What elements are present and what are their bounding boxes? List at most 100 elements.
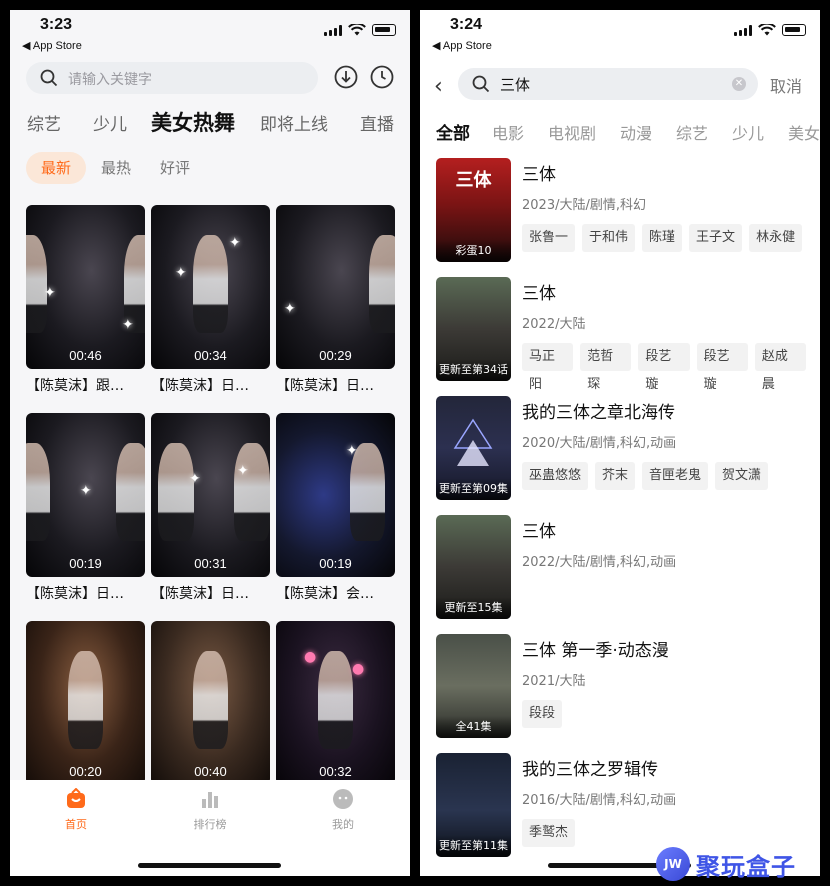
search-results-screen: 3:24 ◀ App Store ‹ 三体 ✕ 取消 全部 电影 电视剧 动漫 …: [420, 10, 820, 876]
cast-tag[interactable]: 张鲁一: [522, 224, 576, 252]
video-title: 【陈莫沫】会…: [276, 586, 374, 602]
result-meta: 2023/大陆/剧情,科幻: [522, 198, 646, 213]
poster-image: 更新至第09集: [436, 396, 511, 500]
result-title: 我的三体之章北海传: [522, 403, 675, 423]
tab-live[interactable]: 直播: [360, 110, 394, 135]
status-bar: 3:23 ◀ App Store: [10, 10, 410, 54]
system-icons: [734, 24, 806, 36]
result-item[interactable]: 全41集 三体 第一季·动态漫 2021/大陆 段段: [436, 634, 806, 738]
triangle-icon: [453, 418, 493, 466]
wifi-icon: [348, 24, 366, 36]
cast-tag[interactable]: 陈瑾: [642, 224, 683, 252]
result-item[interactable]: 更新至第11集 我的三体之罗辑传 2016/大陆/剧情,科幻,动画 季鹫杰: [436, 753, 806, 857]
tab-anime[interactable]: 动漫: [620, 120, 652, 144]
video-duration: 00:31: [194, 556, 227, 571]
tab-all[interactable]: 全部: [436, 119, 470, 144]
cancel-button[interactable]: 取消: [770, 73, 802, 97]
tab-kids[interactable]: 少儿: [93, 110, 127, 135]
cast-tag[interactable]: 赵成晨: [754, 343, 807, 392]
cast-tags: 段段: [522, 700, 563, 728]
result-item[interactable]: 更新至第09集 我的三体之章北海传 2020/大陆/剧情,科幻,动画 巫蛊悠悠 …: [436, 396, 806, 500]
sort-top-rated[interactable]: 好评: [160, 152, 190, 184]
cast-tag[interactable]: 王子文: [689, 224, 743, 252]
sort-latest[interactable]: 最新: [26, 152, 87, 184]
cast-tag[interactable]: 芥末: [595, 462, 636, 490]
result-title: 我的三体之罗辑传: [522, 760, 658, 780]
cast-tag[interactable]: 于和伟: [582, 224, 636, 252]
tab-tv-series[interactable]: 电视剧: [548, 120, 596, 144]
result-item[interactable]: 更新至第34话 三体 2022/大陆 马正阳 范哲琛 段艺璇 段艺璇 赵成晨: [436, 277, 807, 392]
tab-upcoming[interactable]: 即将上线: [260, 110, 328, 135]
poster-image: 更新至15集: [436, 515, 511, 619]
poster-image: 更新至第11集: [436, 753, 511, 857]
cast-tag[interactable]: 音匣老鬼: [642, 462, 709, 490]
video-duration: 00:32: [319, 764, 352, 779]
cast-tag[interactable]: 段艺璇: [696, 343, 748, 392]
cast-tags: 巫蛊悠悠 芥末 音匣老鬼 贺文潇: [522, 462, 769, 490]
video-thumbnail: 00:40: [151, 621, 270, 785]
cast-tag[interactable]: 范哲琛: [580, 343, 632, 392]
result-meta: 2022/大陆/剧情,科幻,动画: [522, 555, 677, 570]
video-duration: 00:29: [319, 348, 352, 363]
cast-tag[interactable]: 林永健: [749, 224, 803, 252]
search-input[interactable]: 三体 ✕: [458, 68, 758, 100]
video-thumbnail: ✦ ✦ 00:34: [151, 205, 270, 369]
result-item[interactable]: 更新至15集 三体 2022/大陆/剧情,科幻,动画: [436, 515, 806, 619]
poster-title: 三体: [455, 170, 492, 191]
cast-tag[interactable]: 季鹫杰: [522, 819, 576, 847]
video-title: 【陈莫沫】日…: [151, 586, 249, 602]
history-clock-icon[interactable]: [370, 65, 394, 89]
watermark-badge: JW: [656, 847, 690, 881]
nav-profile[interactable]: 我的: [313, 788, 373, 832]
video-thumbnail: ✦ 00:19: [26, 413, 145, 577]
nav-ranking[interactable]: 排行榜: [180, 788, 240, 832]
status-time: 3:24: [450, 16, 483, 33]
result-title: 三体: [522, 284, 556, 304]
cast-tags: 马正阳 范哲琛 段艺璇 段艺璇 赵成晨: [522, 343, 807, 392]
cast-tag[interactable]: 巫蛊悠悠: [522, 462, 589, 490]
result-item[interactable]: 三体 彩蛋10 三体 2023/大陆/剧情,科幻 张鲁一 于和伟 陈瑾 王子文 …: [436, 158, 806, 262]
video-thumbnail: ✦ 00:19: [276, 413, 395, 577]
nav-home[interactable]: 首页: [46, 788, 106, 832]
poster-caption: 更新至15集: [436, 597, 511, 619]
signal-icon: [324, 24, 342, 36]
tab-movies[interactable]: 电影: [492, 120, 524, 144]
watermark-logo: JW 聚玩盒子: [656, 846, 826, 882]
result-meta: 2016/大陆/剧情,科幻,动画: [522, 793, 677, 808]
battery-icon: [372, 24, 396, 36]
signal-icon: [734, 24, 752, 36]
cast-tag[interactable]: 贺文潇: [715, 462, 769, 490]
wifi-icon: [758, 24, 776, 36]
result-meta: 2021/大陆: [522, 674, 586, 689]
cast-tag[interactable]: 马正阳: [522, 343, 574, 392]
clear-search-icon[interactable]: ✕: [732, 77, 746, 91]
video-duration: 00:19: [69, 556, 102, 571]
poster-image: 三体 彩蛋10: [436, 158, 511, 262]
back-chevron-icon[interactable]: ‹: [434, 74, 443, 99]
search-input[interactable]: 请输入关键字: [26, 62, 318, 94]
tab-variety[interactable]: 综艺: [676, 120, 708, 144]
result-meta: 2022/大陆: [522, 317, 586, 332]
video-thumbnail: ● ● 00:32: [276, 621, 395, 785]
video-duration: 00:19: [319, 556, 352, 571]
back-to-app-store[interactable]: ◀ App Store: [22, 39, 82, 52]
sort-hottest[interactable]: 最热: [101, 152, 131, 184]
poster-caption: 更新至第34话: [436, 359, 511, 381]
tab-kids[interactable]: 少儿: [732, 120, 764, 144]
video-duration: 00:46: [69, 348, 102, 363]
profile-icon: [333, 789, 353, 809]
tab-dance[interactable]: 美女: [788, 120, 820, 144]
cast-tags: 张鲁一 于和伟 陈瑾 王子文 林永健: [522, 224, 803, 252]
home-indicator[interactable]: [138, 863, 281, 868]
poster-caption: 更新至第09集: [436, 478, 511, 500]
cast-tag[interactable]: 段段: [522, 700, 563, 728]
tab-variety[interactable]: 综艺: [27, 110, 61, 135]
home-screen: 3:23 ◀ App Store 请输入关键字 综艺 少儿 美女热舞 即将上线 …: [10, 10, 410, 876]
ranking-icon: [202, 792, 218, 808]
tab-dance[interactable]: 美女热舞: [151, 107, 235, 137]
cast-tag[interactable]: 段艺璇: [638, 343, 690, 392]
video-duration: 00:40: [194, 764, 227, 779]
download-icon[interactable]: [334, 65, 358, 89]
back-to-app-store[interactable]: ◀ App Store: [432, 39, 492, 52]
video-thumbnail: ✦ ✦ 00:46: [26, 205, 145, 369]
